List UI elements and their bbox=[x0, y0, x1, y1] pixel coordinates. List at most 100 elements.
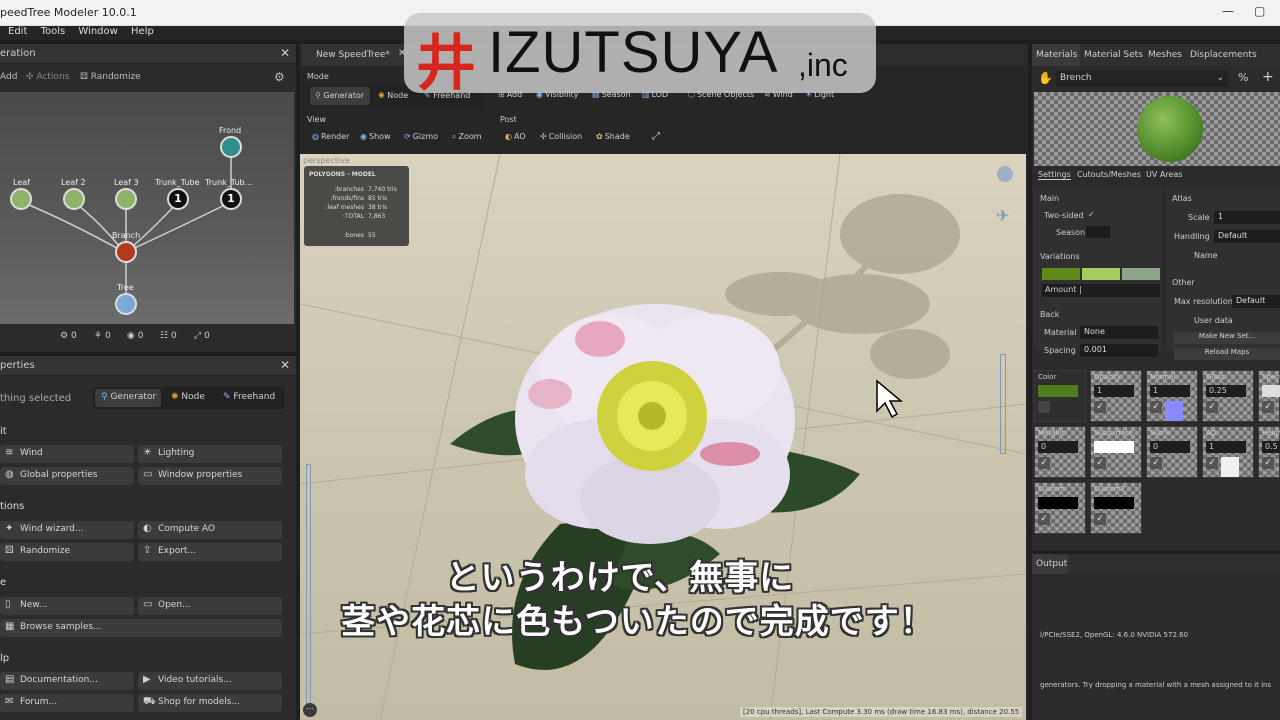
map-opacity[interactable]: Opacity 1 ✓ bbox=[1090, 370, 1142, 422]
normal-value[interactable]: 1 bbox=[1150, 385, 1190, 397]
spacing-field[interactable]: 0.001 bbox=[1080, 344, 1158, 357]
map-metallic[interactable]: Metallic 0 ✓ bbox=[1034, 426, 1086, 478]
maximize-icon[interactable]: ▢ bbox=[1254, 4, 1265, 18]
map-ao[interactable]: AO 1 ✓ bbox=[1202, 426, 1254, 478]
back-material-dropdown[interactable]: None bbox=[1080, 326, 1158, 339]
max-resolution-dropdown[interactable]: Default bbox=[1232, 295, 1280, 308]
ao-check[interactable]: ✓ bbox=[1206, 457, 1218, 469]
video-tutorials-button[interactable]: ▶ Video tutorials... bbox=[138, 672, 282, 690]
two-sided-checkbox[interactable]: ✓ bbox=[1088, 210, 1095, 219]
metallic-value[interactable]: 0 bbox=[1038, 441, 1078, 453]
gloss-check[interactable]: ✓ bbox=[1206, 401, 1218, 413]
tab-meshes[interactable]: Meshes bbox=[1148, 50, 1182, 60]
specular-swatch[interactable] bbox=[1262, 385, 1280, 397]
subtab-cutouts[interactable]: Cutouts/Meshes bbox=[1077, 170, 1141, 179]
leaf3-node-icon[interactable] bbox=[115, 188, 137, 210]
reload-maps-button[interactable]: Reload Maps bbox=[1174, 348, 1280, 360]
shade-tool[interactable]: ✿ Shade bbox=[596, 132, 630, 141]
viewport-generator-button[interactable]: ⚲ Generator bbox=[310, 87, 370, 105]
subsurface-swatch[interactable] bbox=[1094, 441, 1134, 453]
amount-field[interactable]: Amount | bbox=[1042, 284, 1160, 297]
percent-icon[interactable]: % bbox=[1238, 71, 1248, 84]
variation-swatch-3[interactable] bbox=[1122, 268, 1160, 280]
camera-gizmo-icon[interactable]: ✈ bbox=[996, 206, 1009, 225]
generator-mode-button[interactable]: ⚲ Generator bbox=[95, 389, 161, 407]
trunk-node-icon[interactable]: 1 bbox=[167, 188, 189, 210]
variation-swatch-2[interactable] bbox=[1082, 268, 1120, 280]
shop-button[interactable]: ⛟ Shop for models... bbox=[138, 694, 282, 712]
ao-value[interactable]: 1 bbox=[1206, 441, 1246, 453]
branch-node-icon[interactable] bbox=[115, 241, 137, 263]
actions-button[interactable]: ✣ Actions bbox=[26, 72, 69, 82]
normal-check[interactable]: ✓ bbox=[1150, 401, 1162, 413]
tab-material-sets[interactable]: Material Sets bbox=[1084, 50, 1143, 60]
map-normal[interactable]: Normal 1 ✓ bbox=[1146, 370, 1198, 422]
render-tool[interactable]: ◍ Render bbox=[312, 132, 349, 141]
more-options-icon[interactable]: ⋯ bbox=[303, 703, 317, 717]
trunk2-node-icon[interactable]: 1 bbox=[220, 188, 242, 210]
map-custom[interactable]: Custom ✓ bbox=[1034, 482, 1086, 534]
hand-icon[interactable]: ✋ bbox=[1038, 71, 1053, 85]
scale-field[interactable]: 1 bbox=[1214, 211, 1280, 224]
gear-icon[interactable]: ⚙ bbox=[274, 70, 285, 84]
opacity-check[interactable]: ✓ bbox=[1094, 401, 1106, 413]
map-subsurface[interactable]: Subsurface ✓ bbox=[1090, 426, 1142, 478]
make-new-set-button[interactable]: Make New Set... bbox=[1174, 332, 1280, 344]
global-properties-button[interactable]: ◍ Global properties bbox=[0, 467, 134, 485]
sub-percent-check[interactable]: ✓ bbox=[1150, 457, 1162, 469]
freehand-mode-button[interactable]: ✎ Freehand bbox=[223, 392, 275, 402]
map-color[interactable]: Color bbox=[1034, 370, 1086, 422]
collision-tool[interactable]: ✣ Collision bbox=[540, 132, 582, 141]
variation-swatch-1[interactable] bbox=[1042, 268, 1080, 280]
metallic-check[interactable]: ✓ bbox=[1038, 457, 1050, 469]
menu-tools[interactable]: Tools bbox=[41, 26, 66, 37]
window-properties-button[interactable]: ▭ Window properties bbox=[138, 467, 282, 485]
frond-node-icon[interactable] bbox=[220, 136, 242, 158]
subtab-settings[interactable]: Settings bbox=[1038, 170, 1071, 180]
custom-swatch[interactable] bbox=[1038, 497, 1078, 509]
gloss-value[interactable]: 0.25 bbox=[1206, 385, 1246, 397]
navigation-sphere-icon[interactable] bbox=[997, 166, 1013, 182]
menu-window[interactable]: Window bbox=[78, 26, 117, 37]
map-specular[interactable]: Specular ✓ bbox=[1258, 370, 1280, 422]
subsurface-check[interactable]: ✓ bbox=[1094, 457, 1106, 469]
lighting-button[interactable]: ☀ Lighting bbox=[138, 445, 282, 463]
map-custom2[interactable]: Custom2 ✓ bbox=[1090, 482, 1142, 534]
map-gloss[interactable]: Gloss 0.25 ✓ bbox=[1202, 370, 1254, 422]
wind-button[interactable]: ≋ Wind bbox=[0, 445, 134, 463]
close-icon[interactable]: ✕ bbox=[280, 358, 290, 372]
leaf2-node-icon[interactable] bbox=[63, 188, 85, 210]
minimize-icon[interactable]: — bbox=[1222, 4, 1234, 18]
node-mode-button[interactable]: ✺ Node bbox=[171, 392, 205, 402]
menu-edit[interactable]: Edit bbox=[8, 26, 27, 37]
opacity-value[interactable]: 1 bbox=[1094, 385, 1134, 397]
sub-percent-value[interactable]: 0 bbox=[1150, 441, 1190, 453]
forum-button[interactable]: ✉ Forum... bbox=[0, 694, 134, 712]
randomize-button[interactable]: ⚄ Randomize bbox=[80, 72, 141, 82]
add-button[interactable]: Add bbox=[0, 72, 17, 82]
menu-help[interactable]: Help bbox=[131, 26, 154, 37]
expand-icon[interactable]: ⤢ bbox=[652, 131, 660, 142]
zoom-slider[interactable] bbox=[1000, 354, 1006, 454]
documentation-button[interactable]: ▤ Documentation... bbox=[0, 672, 134, 690]
ao-tool[interactable]: ◐ AO bbox=[505, 132, 526, 141]
material-dropdown[interactable]: Brench ⌄ bbox=[1056, 71, 1228, 87]
subtab-uv-areas[interactable]: UV Areas bbox=[1146, 170, 1182, 179]
height-check[interactable]: ✓ bbox=[1262, 457, 1274, 469]
close-icon[interactable]: ✕ bbox=[280, 46, 290, 60]
gizmo-tool[interactable]: ⟳ Gizmo bbox=[404, 132, 438, 141]
specular-check[interactable]: ✓ bbox=[1262, 401, 1274, 413]
compute-ao-button[interactable]: ◐ Compute AO bbox=[138, 521, 282, 539]
color-toggle[interactable] bbox=[1038, 401, 1050, 413]
handling-dropdown[interactable]: Default bbox=[1214, 230, 1280, 243]
custom2-swatch[interactable] bbox=[1094, 497, 1134, 509]
map-sub-percent[interactable]: Sub% 0 ✓ bbox=[1146, 426, 1198, 478]
viewport-node-button[interactable]: ✺ Node bbox=[378, 91, 408, 100]
color-swatch[interactable] bbox=[1038, 385, 1078, 397]
season-field[interactable] bbox=[1086, 226, 1110, 238]
tab-materials[interactable]: Materials bbox=[1032, 44, 1080, 66]
tab-new-speedtree[interactable]: New SpeedTree* bbox=[302, 44, 406, 66]
node-graph[interactable]: Frond Leaf Leaf 2 Leaf 3 Trunk_Tube Trun… bbox=[0, 92, 294, 324]
show-tool[interactable]: ◉ Show bbox=[360, 132, 391, 141]
add-material-icon[interactable]: + bbox=[1262, 69, 1274, 85]
